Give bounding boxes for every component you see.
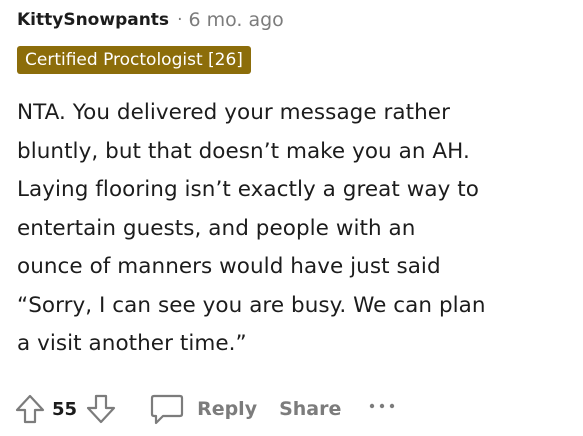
share-button[interactable]: Share [279, 398, 341, 420]
comment-body-line: ounce of manners would have just said [17, 254, 441, 279]
comment-body: NTA. You delivered your message rather b… [17, 94, 577, 364]
comment: KittySnowpants · 6 mo. ago Certified Pro… [0, 0, 583, 436]
comment-body-line: entertain guests, and people with an [17, 215, 416, 241]
comment-body-line: NTA. You delivered your message rather [17, 100, 450, 125]
reply-button[interactable]: Reply [149, 392, 257, 426]
comment-timestamp[interactable]: 6 mo. ago [188, 9, 283, 31]
speech-bubble-icon [149, 392, 185, 426]
arrow-up-icon[interactable] [14, 393, 46, 425]
comment-body-line: Laying flooring isn’t exactly a great wa… [17, 177, 479, 202]
comment-body-line: “Sorry, I can see you are busy. We can p… [17, 292, 486, 318]
meta-separator: · [177, 10, 183, 30]
reply-label: Reply [197, 398, 258, 420]
comment-actions: 55 Reply Share [14, 386, 399, 432]
vote-count: 55 [52, 398, 78, 420]
user-flair: Certified Proctologist [26] [17, 46, 251, 74]
comment-body-line: a visit another time.” [17, 331, 247, 356]
comment-meta: KittySnowpants · 6 mo. ago [17, 8, 284, 32]
arrow-down-icon[interactable] [85, 393, 117, 425]
ellipsis-icon[interactable] [367, 399, 399, 419]
comment-body-line: bluntly, but that doesn’t make you an AH… [17, 138, 470, 164]
author-username[interactable]: KittySnowpants [17, 10, 169, 30]
